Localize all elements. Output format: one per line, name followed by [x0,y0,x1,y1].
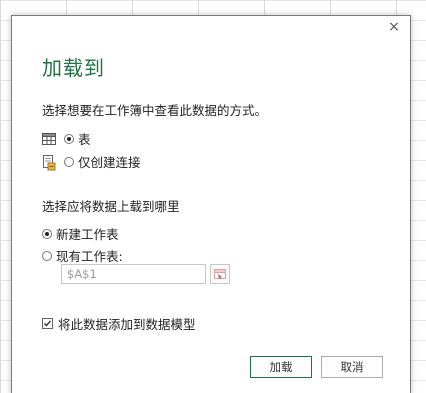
table-icon [42,132,56,146]
data-model-checkbox-row[interactable]: 将此数据添加到数据模型 [42,314,196,333]
view-mode-prompt: 选择想要在工作簿中查看此数据的方式。 [42,103,268,118]
option-existing-worksheet-row[interactable]: 现有工作表: [42,246,123,265]
option-new-worksheet-label: 新建工作表 [56,227,119,242]
connection-only-radio[interactable] [64,156,74,167]
new-worksheet-radio[interactable] [42,228,52,239]
data-model-checkbox[interactable] [42,318,53,329]
option-table-label: 表 [78,132,91,147]
close-icon[interactable]: × [386,19,402,35]
table-radio[interactable] [64,133,74,144]
option-table-row[interactable]: 表 [42,129,91,148]
existing-worksheet-radio[interactable] [42,250,52,261]
connection-icon [42,154,56,170]
option-connection-only-label: 仅创建连接 [78,155,141,170]
range-selector-button[interactable] [210,264,230,284]
data-model-checkbox-label: 将此数据添加到数据模型 [58,317,196,332]
load-to-dialog: × 加载到 选择想要在工作簿中查看此数据的方式。 表 仅创建连接 选择应将数据上… [11,15,411,393]
load-button[interactable]: 加载 [250,356,312,378]
option-connection-only-row[interactable]: 仅创建连接 [42,152,141,171]
location-prompt: 选择应将数据上载到哪里 [42,199,180,214]
cell-reference-input[interactable]: $A$1 [61,264,206,284]
option-existing-worksheet-label: 现有工作表: [56,249,123,264]
dialog-title: 加载到 [42,56,105,80]
cancel-button[interactable]: 取消 [321,356,383,378]
option-new-worksheet-row[interactable]: 新建工作表 [42,224,119,243]
range-selector-icon [214,269,226,280]
checkmark-icon [44,320,52,327]
